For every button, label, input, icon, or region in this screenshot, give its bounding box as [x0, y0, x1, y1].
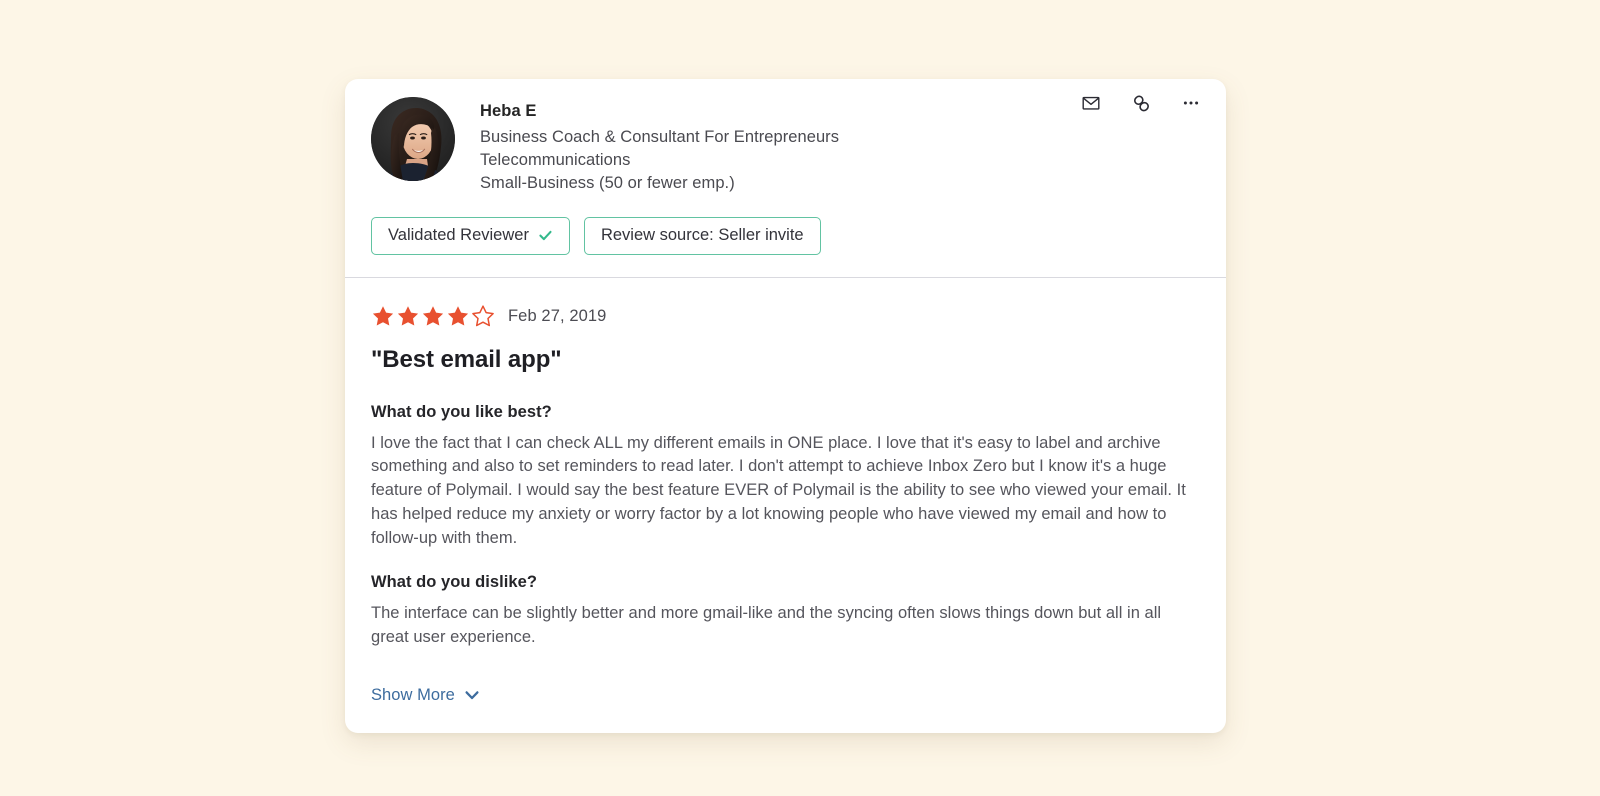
- page-background: Heba E Business Coach & Consultant For E…: [0, 0, 1600, 796]
- header-actions: [1078, 90, 1204, 116]
- qa-answer: The interface can be slightly better and…: [371, 604, 1162, 647]
- validated-reviewer-badge[interactable]: Validated Reviewer: [371, 217, 570, 255]
- reviewer-row: Heba E Business Coach & Consultant For E…: [371, 97, 1200, 195]
- badge-row: Validated Reviewer Review source: Seller…: [371, 217, 1200, 255]
- qa-question: What do you dislike?: [371, 573, 538, 592]
- show-more-button[interactable]: Show More: [371, 686, 480, 705]
- rating-row: Feb 27, 2019: [371, 304, 1200, 328]
- check-icon: [538, 228, 553, 243]
- review-date: Feb 27, 2019: [508, 307, 607, 326]
- review-card-body: Feb 27, 2019 "Best email app" What do yo…: [345, 278, 1226, 733]
- qa-question: What do you like best?: [371, 402, 552, 421]
- show-more-label: Show More: [371, 685, 455, 704]
- avatar: [371, 97, 455, 181]
- reviewer-industry: Telecommunications: [480, 151, 631, 170]
- star-empty-icon: [472, 304, 494, 326]
- star-rating: [371, 304, 495, 328]
- qa-block-like: What do you like best? I love the fact t…: [371, 403, 1200, 551]
- review-title: "Best email app": [371, 345, 562, 373]
- link-icon[interactable]: [1128, 90, 1154, 116]
- reviewer-name: Heba E: [480, 102, 537, 120]
- review-card: Heba E Business Coach & Consultant For E…: [345, 79, 1226, 733]
- star-filled-icon: [397, 305, 419, 326]
- reviewer-meta: Heba E Business Coach & Consultant For E…: [480, 97, 839, 195]
- star-filled-icon: [447, 305, 469, 326]
- review-source-label: Review source: Seller invite: [600, 226, 804, 245]
- star-filled-icon: [372, 305, 394, 326]
- qa-answer: I love the fact that I can check ALL my …: [371, 433, 1186, 547]
- more-options-icon[interactable]: [1178, 90, 1204, 116]
- reviewer-title: Business Coach & Consultant For Entrepre…: [480, 128, 840, 147]
- review-source-badge[interactable]: Review source: Seller invite: [583, 217, 821, 255]
- review-card-header: Heba E Business Coach & Consultant For E…: [345, 79, 1226, 278]
- validated-reviewer-label: Validated Reviewer: [388, 226, 529, 245]
- star-filled-icon: [422, 305, 444, 326]
- qa-block-dislike: What do you dislike? The interface can b…: [371, 573, 1200, 650]
- reviewer-company-size: Small-Business (50 or fewer emp.): [480, 174, 735, 193]
- email-icon[interactable]: [1078, 90, 1104, 116]
- chevron-down-icon: [464, 687, 480, 703]
